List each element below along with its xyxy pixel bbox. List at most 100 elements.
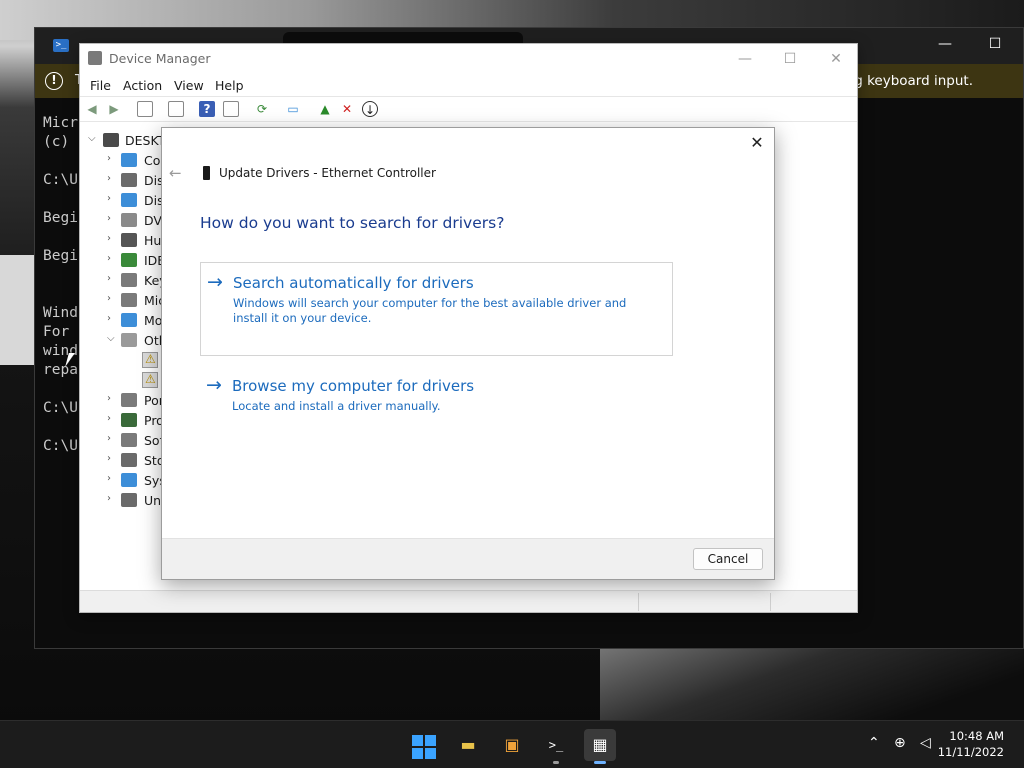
- forward-arrow-icon[interactable]: ▶: [106, 101, 122, 117]
- uninstall-device-icon[interactable]: ✕: [339, 101, 355, 117]
- store-icon[interactable]: ▣: [496, 729, 528, 761]
- search-automatically-option[interactable]: → Search automatically for drivers Windo…: [200, 262, 673, 356]
- dialog-title: Update Drivers - Ethernet Controller: [219, 166, 436, 180]
- chevron-down-icon[interactable]: ⌵: [88, 133, 96, 144]
- chevron-down-icon[interactable]: ⌵: [107, 333, 115, 344]
- device-category-icon: [121, 493, 137, 507]
- show-hide-console-tree-icon[interactable]: [137, 101, 153, 117]
- chevron-right-icon[interactable]: ›: [107, 173, 111, 184]
- device-category-icon: [121, 173, 137, 187]
- device-category-icon: [121, 313, 137, 327]
- terminal-line: C:\U: [43, 172, 78, 188]
- device-category-icon: [121, 433, 137, 447]
- chevron-right-icon[interactable]: ›: [107, 453, 111, 464]
- warning-device-icon: [142, 352, 158, 368]
- terminal-line: Begi: [43, 210, 78, 226]
- terminal-output: Micr (c) C:\U Begi Begi Wind For wind repa C…: [43, 114, 78, 456]
- back-arrow-icon[interactable]: ◀: [84, 101, 100, 117]
- maximize-icon[interactable]: ☐: [767, 48, 813, 70]
- terminal-taskbar-icon[interactable]: >_: [540, 729, 572, 764]
- terminal-line: C:\U: [43, 400, 78, 416]
- menu-bar: File Action View Help: [80, 74, 857, 96]
- cancel-button[interactable]: Cancel: [693, 548, 763, 570]
- device-category-icon: [121, 333, 137, 347]
- chevron-right-icon[interactable]: ›: [107, 233, 111, 244]
- powershell-icon: >_: [53, 39, 69, 52]
- device-category-icon: [121, 213, 137, 227]
- device-manager-titlebar[interactable]: Device Manager — ☐ ✕: [80, 44, 857, 74]
- warning-device-icon: [142, 372, 158, 388]
- chevron-right-icon[interactable]: ›: [107, 153, 111, 164]
- clock-date: 11/11/2022: [937, 745, 1004, 759]
- chevron-right-icon[interactable]: ›: [107, 293, 111, 304]
- volume-muted-icon[interactable]: ◁: [920, 735, 931, 751]
- dialog-footer: Cancel: [162, 538, 774, 579]
- help-icon[interactable]: ?: [199, 101, 215, 117]
- chevron-right-icon[interactable]: ›: [107, 253, 111, 264]
- chevron-right-icon[interactable]: ›: [107, 413, 111, 424]
- chevron-right-icon[interactable]: ›: [107, 433, 111, 444]
- update-drivers-dialog[interactable]: ✕ ← Update Drivers - Ethernet Controller…: [161, 127, 775, 580]
- close-icon[interactable]: ✕: [813, 48, 859, 70]
- browse-computer-option[interactable]: → Browse my computer for drivers Locate …: [200, 366, 673, 426]
- computer-icon: [103, 133, 119, 147]
- enable-device-icon[interactable]: ▲: [317, 101, 333, 117]
- chevron-right-icon[interactable]: ›: [107, 213, 111, 224]
- toolbar: ◀ ▶ ? ⟳ ▭ ▲ ✕ ↓: [80, 96, 857, 122]
- chevron-right-icon[interactable]: ›: [107, 193, 111, 204]
- dialog-close-icon[interactable]: ✕: [748, 134, 766, 152]
- device-category-icon: [121, 473, 137, 487]
- chevron-up-icon[interactable]: ⌃: [868, 735, 880, 751]
- start-windows-icon[interactable]: [412, 735, 436, 759]
- menu-file[interactable]: File: [90, 78, 111, 93]
- system-clock[interactable]: 10:48 AM 11/11/2022: [938, 728, 1004, 760]
- status-divider: [770, 593, 771, 611]
- terminal-line: Micr: [43, 115, 78, 131]
- terminal-line: Begi: [43, 248, 78, 264]
- chevron-right-icon[interactable]: ›: [107, 493, 111, 504]
- download-icon[interactable]: ↓: [362, 101, 378, 117]
- status-bar: [80, 590, 857, 612]
- ethernet-device-icon: [203, 166, 210, 180]
- terminal-line: repa: [43, 362, 78, 378]
- warning-icon: !: [45, 72, 63, 90]
- taskbar: ▬ ▣ >_ ▦ ⌃ ⊕ ◁ 10:48 AM 11/11/2022: [0, 720, 1024, 768]
- device-category-icon: [121, 413, 137, 427]
- dialog-heading: How do you want to search for drivers?: [200, 214, 505, 232]
- maximize-icon[interactable]: ☐: [980, 36, 1010, 52]
- file-explorer-icon[interactable]: ▬: [452, 729, 484, 761]
- option-description: Windows will search your computer for th…: [233, 296, 627, 325]
- update-driver-icon[interactable]: ▭: [285, 101, 301, 117]
- tree-item-label: Mo: [144, 313, 163, 328]
- device-category-icon: [121, 393, 137, 407]
- minimize-icon[interactable]: —: [930, 36, 960, 52]
- globe-icon[interactable]: ⊕: [894, 735, 906, 751]
- device-category-icon: [121, 253, 137, 267]
- terminal-line: (c): [43, 134, 70, 150]
- chevron-right-icon[interactable]: ›: [107, 313, 111, 324]
- option-title: Search automatically for drivers: [233, 274, 474, 292]
- menu-action[interactable]: Action: [123, 78, 162, 93]
- device-category-icon: [121, 273, 137, 287]
- menu-help[interactable]: Help: [215, 78, 244, 93]
- chevron-right-icon[interactable]: ›: [107, 273, 111, 284]
- properties-icon[interactable]: [168, 101, 184, 117]
- chevron-right-icon[interactable]: ›: [107, 473, 111, 484]
- back-arrow-icon[interactable]: ←: [169, 164, 182, 182]
- minimize-icon[interactable]: —: [722, 48, 768, 70]
- arrow-right-icon: →: [206, 374, 222, 396]
- device-manager-taskbar-icon[interactable]: ▦: [584, 729, 616, 764]
- chevron-right-icon[interactable]: ›: [107, 393, 111, 404]
- menu-view[interactable]: View: [174, 78, 204, 93]
- action-pane-icon[interactable]: [223, 101, 239, 117]
- clock-time: 10:48 AM: [949, 729, 1004, 743]
- wallpaper-bottom-right: [600, 645, 1024, 720]
- warning-text: ng keyboard input.: [845, 73, 973, 89]
- scan-hardware-icon[interactable]: ⟳: [254, 101, 270, 117]
- device-manager-app-icon: [88, 51, 102, 65]
